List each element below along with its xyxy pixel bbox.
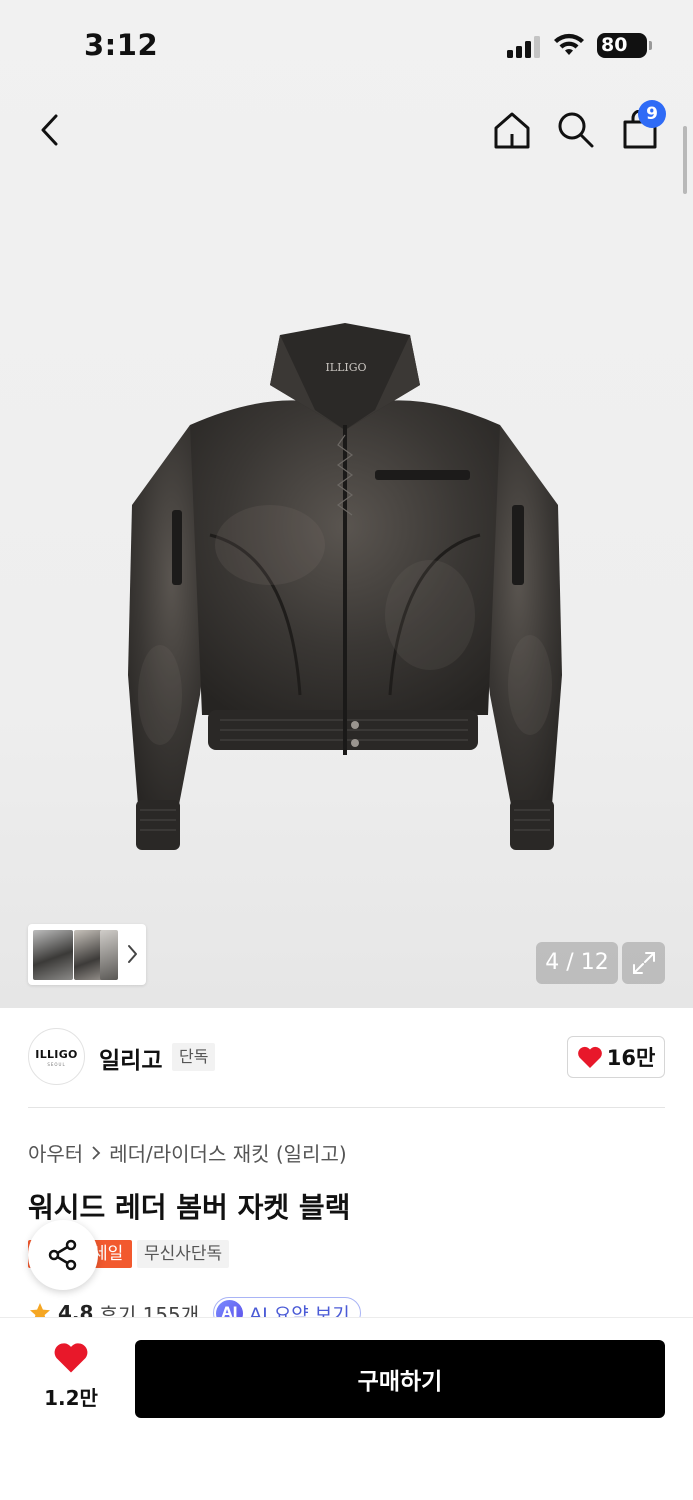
product-gallery[interactable]: 3:12 80 9 ILLIGO 4 / 12 — [0, 0, 693, 1008]
expand-icon — [632, 952, 655, 974]
thumbnail-strip[interactable] — [28, 924, 146, 985]
breadcrumb: 아우터 레더/라이더스 재킷 (일리고) — [28, 1138, 347, 1167]
chevron-right-icon — [128, 945, 137, 963]
share-icon — [48, 1239, 77, 1271]
breadcrumb-subcategory[interactable]: 레더/라이더스 재킷 (일리고) — [109, 1138, 346, 1167]
cellular-signal-icon — [507, 36, 541, 58]
brand-logo[interactable]: ILLIGO SEOUL — [28, 1028, 85, 1085]
brand-like-count: 16만 — [606, 1046, 656, 1070]
brand-exclusive-tag: 단독 — [172, 1043, 216, 1071]
fullscreen-button[interactable] — [622, 942, 665, 984]
wifi-icon — [554, 33, 584, 55]
back-button[interactable] — [26, 106, 74, 154]
product-like-count: 1.2만 — [44, 1386, 98, 1410]
heart-icon — [54, 1343, 88, 1373]
svg-text:ILLIGO: ILLIGO — [325, 361, 366, 374]
exclusive-badge: 무신사단독 — [137, 1240, 230, 1268]
search-button[interactable] — [552, 106, 600, 154]
buy-button[interactable]: 구매하기 — [135, 1340, 665, 1418]
top-nav: 9 — [0, 100, 693, 160]
product-image: ILLIGO — [128, 323, 562, 850]
brand-like-button[interactable]: 16만 — [567, 1036, 665, 1078]
share-button[interactable] — [28, 1220, 98, 1290]
divider — [28, 1107, 665, 1108]
bottom-action-bar: 1.2만 구매하기 — [0, 1318, 693, 1500]
chevron-right-icon — [92, 1145, 101, 1160]
brand-name[interactable]: 일리고 — [99, 1041, 162, 1075]
image-page-counter: 4 / 12 — [536, 942, 618, 984]
heart-icon — [577, 1046, 602, 1068]
status-time: 3:12 — [84, 28, 159, 62]
product-like-button[interactable]: 1.2만 — [30, 1342, 112, 1411]
brand-logo-subtext: SEOUL — [47, 1062, 66, 1067]
home-button[interactable] — [488, 106, 536, 154]
back-icon — [41, 114, 58, 146]
scroll-indicator — [683, 126, 687, 194]
brand-row: ILLIGO SEOUL 일리고 단독 16만 — [28, 1028, 665, 1086]
brand-logo-text: ILLIGO — [35, 1048, 78, 1061]
battery-indicator: 80 — [597, 33, 652, 58]
product-title: 워시드 레더 봄버 자켓 블랙 — [28, 1191, 351, 1224]
cart-button[interactable]: 9 — [616, 100, 666, 154]
thumbnail-image[interactable] — [100, 930, 118, 980]
thumbnail-image[interactable] — [33, 930, 73, 980]
search-icon — [558, 112, 594, 148]
status-bar: 3:12 80 — [0, 0, 693, 92]
home-icon — [494, 112, 530, 149]
breadcrumb-category[interactable]: 아우터 — [28, 1138, 83, 1167]
cart-count-badge: 9 — [638, 100, 666, 128]
